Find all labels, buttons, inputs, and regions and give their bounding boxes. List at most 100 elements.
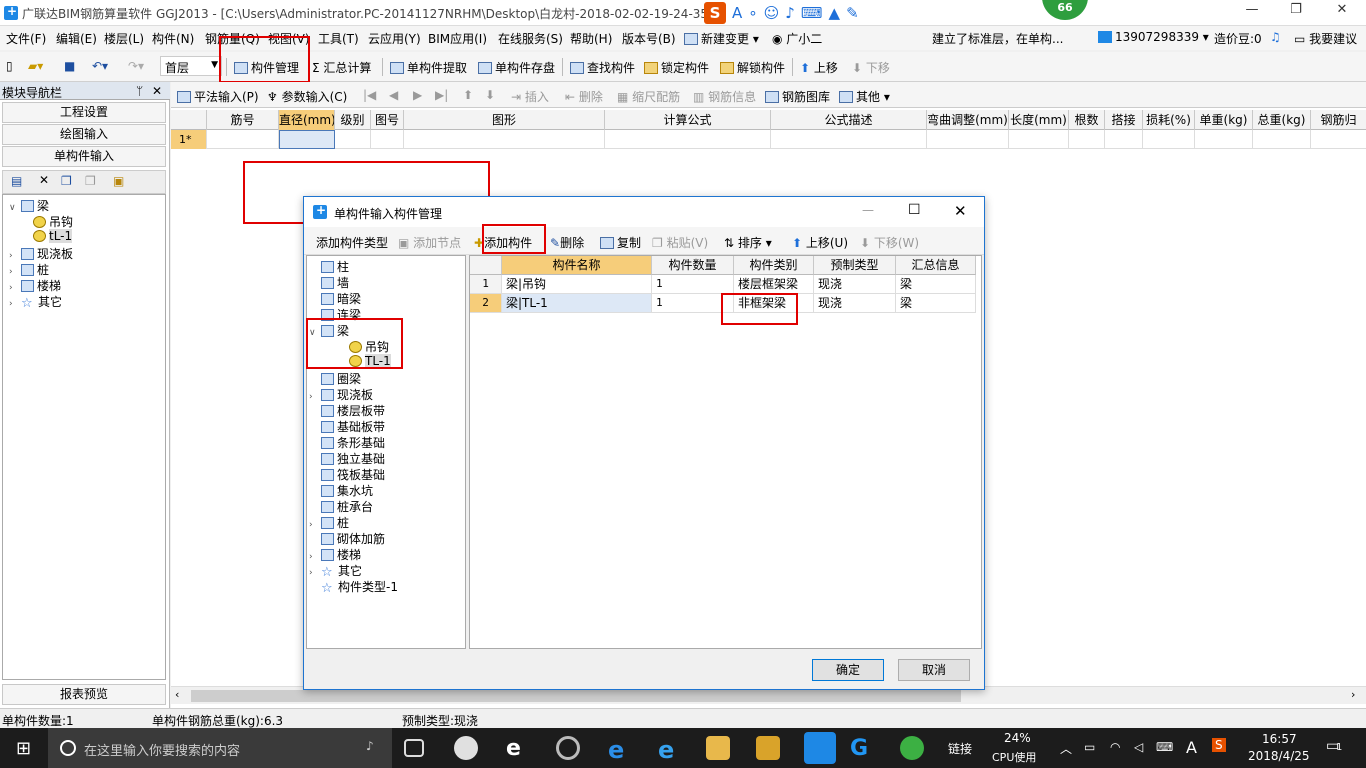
restore-button[interactable]: ❐ bbox=[1276, 2, 1316, 22]
open-folder-icon[interactable]: ▰▾ bbox=[28, 59, 43, 73]
menu-version[interactable]: 版本号(B) bbox=[622, 30, 676, 47]
col-grade[interactable]: 级别 bbox=[335, 110, 371, 130]
user-account[interactable]: 13907298339 ▾ bbox=[1098, 30, 1209, 44]
find-component-button[interactable]: 查找构件 bbox=[570, 59, 635, 76]
green-app-icon[interactable] bbox=[900, 736, 924, 760]
menu-bim[interactable]: BIM应用(I) bbox=[428, 30, 487, 47]
scroll-left-icon[interactable]: ‹ bbox=[175, 688, 179, 701]
col-component-name[interactable]: 构件名称 bbox=[502, 256, 652, 275]
save-icon[interactable]: ■ bbox=[64, 59, 75, 73]
row-up-icon[interactable]: ⬆ bbox=[463, 88, 473, 102]
spiral-app-icon[interactable] bbox=[556, 736, 580, 760]
cell-summary[interactable]: 梁 bbox=[896, 294, 976, 313]
battery-icon[interactable]: ▭ bbox=[1084, 740, 1095, 754]
collapse-icon[interactable]: ∨ bbox=[9, 203, 21, 213]
cancel-button[interactable]: 取消 bbox=[898, 659, 970, 681]
dlg-tree-strip-footing[interactable]: 条形基础 bbox=[321, 434, 385, 451]
save-component-button[interactable]: 单构件存盘 bbox=[478, 59, 555, 76]
edge-icon[interactable]: e bbox=[608, 736, 632, 764]
ime-skin-icon[interactable]: ▲ bbox=[829, 4, 841, 22]
move-down-button[interactable]: ⬇ 下移 bbox=[852, 59, 890, 76]
expand-icon[interactable]: › bbox=[9, 267, 21, 277]
paste-icon[interactable]: ❐ bbox=[85, 174, 96, 188]
scroll-right-icon[interactable]: › bbox=[1351, 688, 1355, 701]
tree-node-stair[interactable]: › 楼梯 bbox=[9, 277, 61, 294]
menu-online[interactable]: 在线服务(S) bbox=[498, 30, 563, 47]
link-label[interactable]: 链接 bbox=[948, 740, 972, 757]
rebar-library-button[interactable]: 钢筋图库 bbox=[765, 88, 830, 105]
col-unit-weight[interactable]: 单重(kg) bbox=[1195, 110, 1253, 130]
dlg-tree-stair[interactable]: › 楼梯 bbox=[309, 546, 361, 563]
tree-node-pile[interactable]: › 桩 bbox=[9, 261, 49, 278]
tree-node-slab[interactable]: › 现浇板 bbox=[9, 245, 73, 262]
windows-start-icon[interactable]: ⊞ bbox=[16, 738, 31, 759]
fan-app-icon[interactable] bbox=[454, 736, 478, 760]
cell-prefab[interactable]: 现浇 bbox=[814, 294, 896, 313]
col-lap[interactable]: 搭接 bbox=[1105, 110, 1143, 130]
extract-component-button[interactable]: 单构件提取 bbox=[390, 59, 467, 76]
expand-icon[interactable]: › bbox=[309, 552, 321, 562]
expand-icon[interactable]: › bbox=[9, 299, 21, 309]
task-view-icon[interactable] bbox=[404, 739, 424, 757]
menu-floor[interactable]: 楼层(L) bbox=[104, 30, 144, 47]
taskbar-search[interactable]: 在这里输入你要搜索的内容 ♪ bbox=[48, 728, 392, 768]
props-icon[interactable]: ▤ bbox=[11, 174, 22, 188]
cell-name[interactable]: 梁|TL-1 bbox=[502, 294, 652, 313]
dlg-tree-wall[interactable]: 墙 bbox=[321, 274, 349, 291]
g-app-icon[interactable]: G bbox=[850, 736, 874, 761]
notes-app-icon[interactable] bbox=[756, 736, 780, 760]
active-cell[interactable] bbox=[279, 130, 335, 149]
col-shape[interactable]: 图形 bbox=[404, 110, 605, 130]
col-length[interactable]: 长度(mm) bbox=[1009, 110, 1069, 130]
expand-icon[interactable]: › bbox=[9, 283, 21, 293]
param-input-button[interactable]: ♆ 参数输入(C) bbox=[267, 88, 347, 105]
dialog-close-button[interactable]: ✕ bbox=[954, 202, 967, 220]
minimize-button[interactable]: — bbox=[1232, 2, 1272, 22]
keyboard-icon[interactable]: ⌨ bbox=[1156, 740, 1173, 754]
dlg-tree-hidden-beam[interactable]: 暗梁 bbox=[321, 290, 361, 307]
tree-node-hook[interactable]: 吊钩 bbox=[33, 213, 73, 230]
dlg-tree-slab[interactable]: › 现浇板 bbox=[309, 386, 373, 403]
tree-node-beam[interactable]: ∨ 梁 bbox=[9, 197, 49, 214]
menu-tools[interactable]: 工具(T) bbox=[318, 30, 359, 47]
redo-icon[interactable]: ↷▾ bbox=[128, 59, 144, 73]
cell-qty[interactable]: 1 bbox=[652, 275, 734, 294]
col-formula[interactable]: 计算公式 bbox=[605, 110, 771, 130]
menu-edit[interactable]: 编辑(E) bbox=[56, 30, 97, 47]
move-up-button[interactable]: ⬆ 上移 bbox=[800, 59, 838, 76]
ok-button[interactable]: 确定 bbox=[812, 659, 884, 681]
prev-record-icon[interactable]: ◀ bbox=[389, 88, 398, 102]
dlg-tree-pile[interactable]: › 桩 bbox=[309, 514, 349, 531]
menu-component[interactable]: 构件(N) bbox=[152, 30, 194, 47]
dlg-tree-component-type-1[interactable]: ☆ 构件类型-1 bbox=[321, 578, 398, 597]
expand-icon[interactable]: › bbox=[309, 568, 321, 578]
sogou-icon[interactable]: S bbox=[704, 2, 726, 24]
dlg-tree-sump[interactable]: 集水坑 bbox=[321, 482, 373, 499]
col-figure-no[interactable]: 图号 bbox=[371, 110, 404, 130]
chevron-up-icon[interactable]: ︿ bbox=[1060, 740, 1072, 757]
nav-project-settings[interactable]: 工程设置 bbox=[2, 102, 166, 123]
next-record-icon[interactable]: ▶ bbox=[413, 88, 422, 102]
nav-drawing-input[interactable]: 绘图输入 bbox=[2, 124, 166, 145]
dlg-tree-raft[interactable]: 筏板基础 bbox=[321, 466, 385, 483]
dialog-move-down-button[interactable]: ⬇ 下移(W) bbox=[860, 234, 919, 251]
paste-component-button[interactable]: ❐ 粘贴(V) bbox=[652, 234, 708, 251]
delete-component-button[interactable]: ✎删除 bbox=[550, 234, 584, 251]
delete-icon[interactable]: ✕ bbox=[39, 173, 49, 187]
first-record-icon[interactable]: |◀ bbox=[363, 88, 376, 102]
clipboard-icon[interactable]: ▣ bbox=[113, 174, 124, 188]
sort-button[interactable]: ⇅ 排序 ▾ bbox=[724, 234, 772, 251]
col-loss[interactable]: 损耗(%) bbox=[1143, 110, 1195, 130]
tree-node-tl1[interactable]: tL-1 bbox=[33, 229, 73, 243]
col-bar-no[interactable]: 筋号 bbox=[207, 110, 279, 130]
dlg-tree-base-strip[interactable]: 基础板带 bbox=[321, 418, 385, 435]
menu-guangxiaoer[interactable]: ◉ 广小二 bbox=[772, 30, 822, 47]
notice-link[interactable]: 建立了标准层，在单构... bbox=[932, 30, 1063, 47]
new-file-icon[interactable]: ▯ bbox=[6, 59, 13, 73]
table-row[interactable]: 1* bbox=[171, 130, 1366, 149]
last-record-icon[interactable]: ▶| bbox=[435, 88, 448, 102]
undo-icon[interactable]: ↶▾ bbox=[92, 59, 108, 73]
col-prefab-type[interactable]: 预制类型 bbox=[814, 256, 896, 275]
expand-icon[interactable]: › bbox=[309, 392, 321, 402]
cell-prefab[interactable]: 现浇 bbox=[814, 275, 896, 294]
